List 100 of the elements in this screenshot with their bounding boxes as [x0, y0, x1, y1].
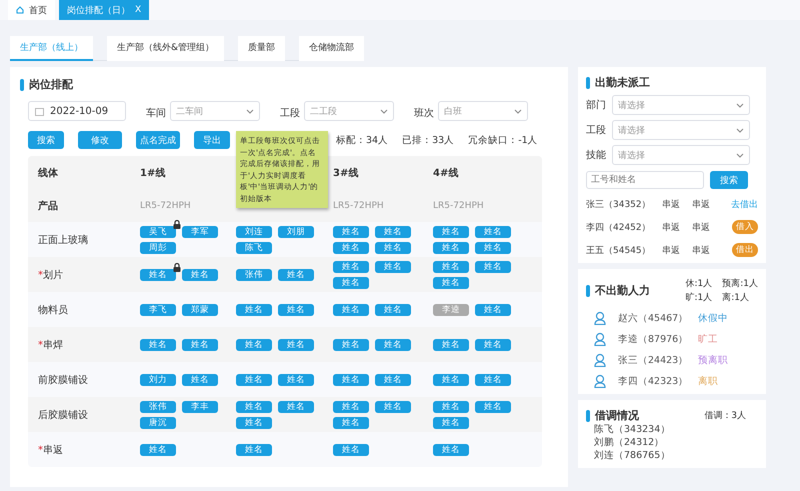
- select-field[interactable]: 请选择: [612, 145, 750, 165]
- action-button[interactable]: 修改: [78, 131, 122, 149]
- select-field[interactable]: 请选择: [612, 120, 750, 140]
- column-header: 1#线: [140, 166, 166, 180]
- worker-tag[interactable]: 姓名: [475, 260, 511, 272]
- worker-tag[interactable]: 刘朋: [278, 226, 314, 238]
- search-field[interactable]: 工号和姓名: [586, 171, 704, 189]
- worker-tag[interactable]: 姓名: [375, 260, 411, 272]
- department-tab[interactable]: 生产部（线外&管理组）: [107, 36, 224, 61]
- page-tab[interactable]: 岗位排配（日） X: [59, 0, 150, 20]
- worker-tag[interactable]: 姓名: [433, 242, 469, 254]
- worker-tag[interactable]: 姓名: [333, 444, 369, 456]
- worker-tag[interactable]: 姓名: [433, 444, 469, 456]
- worker-tag[interactable]: 姓名: [333, 260, 369, 272]
- lend-link[interactable]: 去借出: [731, 198, 758, 211]
- worker-tag[interactable]: 姓名: [375, 304, 411, 316]
- title-marker: [586, 76, 590, 88]
- worker-tag[interactable]: 姓名: [236, 400, 272, 412]
- filter-select[interactable]: 二工段: [304, 101, 394, 121]
- worker-tag[interactable]: 陈飞: [236, 242, 272, 254]
- worker-tag[interactable]: 姓名: [433, 416, 469, 428]
- worker-tag[interactable]: 李丰: [182, 400, 218, 412]
- worker-tag[interactable]: 姓名: [375, 400, 411, 412]
- action-button[interactable]: 导出: [194, 131, 230, 149]
- worker-tag[interactable]: 李军: [182, 226, 218, 238]
- date-field[interactable]: 2022-10-09: [28, 101, 126, 121]
- title-marker: [20, 78, 24, 90]
- worker-tag[interactable]: 姓名: [182, 338, 218, 350]
- worker-tag[interactable]: 姓名: [236, 416, 272, 428]
- worker-tag[interactable]: 刘连: [236, 226, 272, 238]
- worker-tag[interactable]: 姓名: [475, 400, 511, 412]
- worker-tag[interactable]: 姓名: [182, 374, 218, 386]
- worker-tag[interactable]: 姓名: [375, 226, 411, 238]
- status-text: 预离职: [698, 354, 728, 366]
- worker-tag[interactable]: 姓名: [278, 268, 314, 280]
- station-text: 串返: [662, 198, 681, 211]
- worker-tag[interactable]: 姓名: [433, 374, 469, 386]
- worker-tag[interactable]: 姓名: [278, 400, 314, 412]
- worker-tag[interactable]: 姓名: [236, 444, 272, 456]
- worker-tag[interactable]: 姓名: [333, 276, 369, 288]
- worker-tag[interactable]: 姓名: [140, 268, 176, 280]
- worker-tag[interactable]: 姓名: [333, 400, 369, 412]
- worker-tag[interactable]: 姓名: [278, 304, 314, 316]
- worker-tag[interactable]: 姓名: [433, 338, 469, 350]
- worker-tag[interactable]: 姓名: [475, 304, 511, 316]
- worker-tag[interactable]: 吴飞: [140, 226, 176, 238]
- section-title: 出勤未派工: [595, 75, 650, 90]
- worker-tag[interactable]: 姓名: [333, 304, 369, 316]
- worker-tag[interactable]: 周彭: [140, 242, 176, 254]
- worker-tag[interactable]: 姓名: [182, 268, 218, 280]
- worker-tag[interactable]: 姓名: [140, 338, 176, 350]
- worker-tag[interactable]: 姓名: [475, 338, 511, 350]
- filter-label: 车间: [146, 106, 166, 120]
- worker-tag[interactable]: 姓名: [278, 374, 314, 386]
- worker-tag[interactable]: 姓名: [433, 226, 469, 238]
- worker-tag[interactable]: 姓名: [375, 338, 411, 350]
- worker-tag[interactable]: 唐沉: [140, 416, 176, 428]
- worker-tag[interactable]: 姓名: [140, 444, 176, 456]
- worker-tag[interactable]: 姓名: [433, 260, 469, 272]
- worker-tag[interactable]: 姓名: [236, 338, 272, 350]
- worker-tag[interactable]: 姓名: [333, 226, 369, 238]
- field-label: 工段: [586, 124, 607, 137]
- row-header: 产品: [38, 200, 58, 213]
- worker-tag[interactable]: 姓名: [236, 374, 272, 386]
- worker-tag[interactable]: 姓名: [475, 242, 511, 254]
- worker-tag[interactable]: 姓名: [333, 242, 369, 254]
- worker-tag[interactable]: 姓名: [433, 276, 469, 288]
- worker-tag[interactable]: 张伟: [236, 268, 272, 280]
- page-tab[interactable]: 首页: [8, 0, 55, 20]
- worker-tag[interactable]: 姓名: [375, 242, 411, 254]
- filter-select[interactable]: 白班: [438, 101, 528, 121]
- status-text: 休假中: [698, 312, 728, 324]
- worker-tag[interactable]: 姓名: [333, 374, 369, 386]
- worker-tag[interactable]: 姓名: [475, 374, 511, 386]
- department-tab[interactable]: 仓储物流部: [299, 36, 364, 61]
- worker-tag[interactable]: 姓名: [333, 338, 369, 350]
- worker-tag[interactable]: 姓名: [278, 338, 314, 350]
- action-button[interactable]: 点名完成: [136, 131, 180, 149]
- worker-tag[interactable]: 张伟: [140, 400, 176, 412]
- worker-tag[interactable]: 姓名: [475, 226, 511, 238]
- loan-badge[interactable]: 借出: [732, 243, 758, 257]
- worker-tag[interactable]: 姓名: [333, 416, 369, 428]
- product-text: LR5-72HPH: [333, 201, 384, 211]
- close-icon[interactable]: X: [135, 5, 142, 15]
- worker-tag[interactable]: 姓名: [433, 400, 469, 412]
- worker-name: 李四（42323）: [618, 374, 690, 388]
- worker-tag[interactable]: 姓名: [236, 304, 272, 316]
- action-button[interactable]: 搜索: [28, 131, 64, 149]
- worker-tag[interactable]: 李飞: [140, 304, 176, 316]
- department-tab[interactable]: 生产部（线上）: [10, 36, 93, 61]
- station-label: 物料员: [38, 304, 68, 316]
- filter-select[interactable]: 二车间: [170, 101, 260, 121]
- worker-tag[interactable]: 姓名: [375, 374, 411, 386]
- worker-tag[interactable]: 刘力: [140, 374, 176, 386]
- search-button[interactable]: 搜索: [710, 171, 748, 189]
- loan-badge[interactable]: 借入: [732, 220, 758, 234]
- select-field[interactable]: 请选择: [612, 95, 750, 115]
- worker-tag[interactable]: 郑蒙: [182, 304, 218, 316]
- department-tab[interactable]: 质量部: [238, 36, 286, 61]
- worker-tag[interactable]: 李逵: [433, 304, 469, 316]
